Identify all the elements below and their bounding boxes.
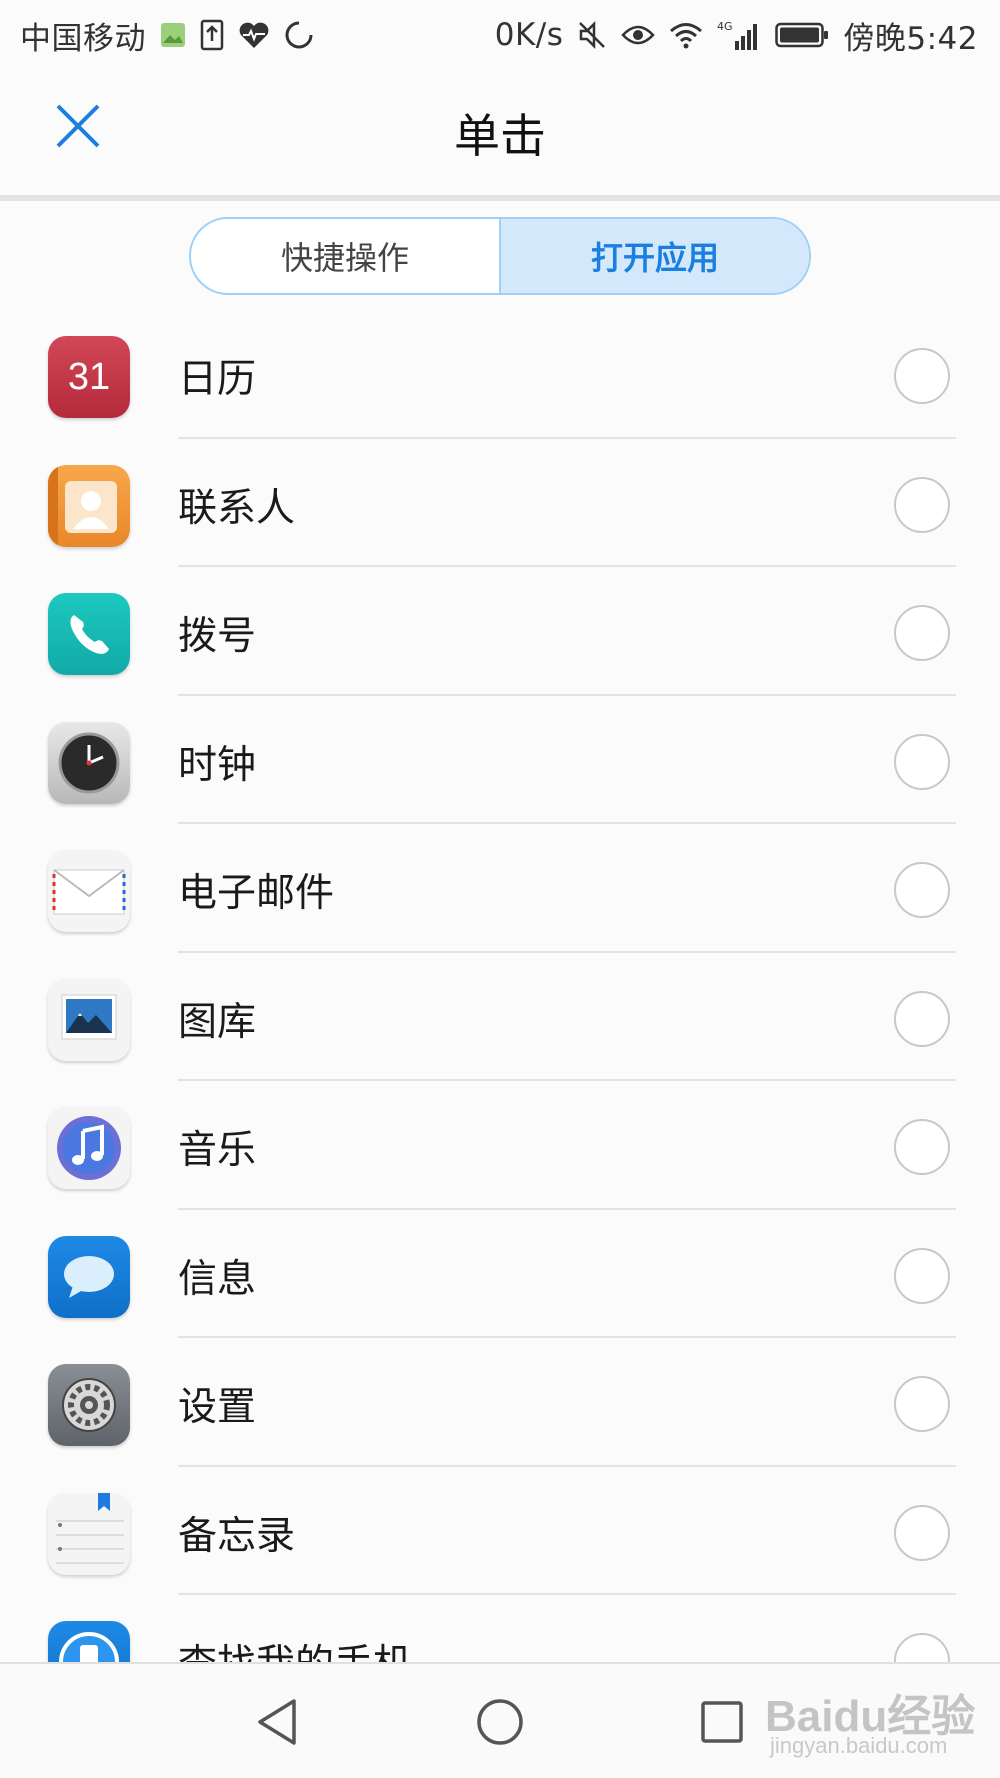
gallery-icon <box>48 978 130 1061</box>
app-label: 拨号 <box>178 614 257 659</box>
radio-button[interactable] <box>894 476 950 533</box>
messages-icon <box>48 1235 130 1318</box>
clock-time: 傍晚5:42 <box>843 20 978 57</box>
image-icon <box>160 18 186 52</box>
recents-button[interactable] <box>692 1692 752 1752</box>
page-title: 单击 <box>454 109 546 163</box>
signal-icon: 4G <box>717 18 761 52</box>
mute-icon <box>577 18 607 52</box>
app-label: 图库 <box>178 999 257 1045</box>
home-icon <box>477 1699 523 1745</box>
list-item[interactable]: 时钟 <box>0 696 1000 824</box>
calendar-icon: 31 <box>48 336 130 418</box>
carrier-name: 中国移动 <box>20 20 146 57</box>
radio-button[interactable] <box>894 348 950 404</box>
contacts-icon <box>48 464 130 547</box>
app-label: 设置 <box>178 1385 257 1430</box>
radio-button[interactable] <box>894 1633 950 1662</box>
list-item[interactable]: 音乐 <box>0 1081 1000 1210</box>
app-label: 备忘录 <box>178 1513 296 1559</box>
battery-icon <box>775 18 829 52</box>
wifi-icon <box>669 18 703 52</box>
settings-icon <box>48 1364 130 1446</box>
radio-button[interactable] <box>894 1504 950 1561</box>
app-label: 时钟 <box>178 742 257 788</box>
upload-icon <box>200 18 224 52</box>
list-item[interactable]: 图库 <box>0 953 1000 1081</box>
list-item[interactable]: 拨号 <box>0 567 1000 696</box>
app-label: 音乐 <box>178 1128 257 1173</box>
eye-icon <box>621 18 656 52</box>
list-item[interactable]: 信息 <box>0 1210 1000 1338</box>
list-item[interactable]: 电子邮件 <box>0 824 1000 953</box>
network-type: 4G <box>717 20 733 33</box>
radio-button[interactable] <box>894 733 950 790</box>
find-phone-icon <box>48 1621 130 1662</box>
tab-switcher: 快捷操作 打开应用 <box>189 217 811 295</box>
clock-icon <box>48 721 130 804</box>
header: 单击 <box>0 70 1000 195</box>
radio-button[interactable] <box>894 1247 950 1304</box>
app-label: 电子邮件 <box>178 871 335 916</box>
list-item[interactable]: 设置 <box>0 1338 1000 1467</box>
radio-button[interactable] <box>894 1376 950 1432</box>
notes-icon <box>48 1492 130 1575</box>
app-label: 信息 <box>178 1256 257 1302</box>
calendar-icon-text: 31 <box>67 355 111 398</box>
back-button[interactable] <box>247 1692 307 1752</box>
list-item[interactable]: 联系人 <box>0 439 1000 567</box>
recents-icon <box>701 1701 743 1743</box>
app-list: 31 日历 联系人 拨号 时钟 电子邮件 图库 音乐 信息 设置 备忘录 <box>0 310 1000 1662</box>
status-bar: 中国移动 0K/s 4G 傍晚5:42 <box>0 0 1000 70</box>
tab-quick-actions[interactable]: 快捷操作 <box>191 219 499 293</box>
email-icon <box>48 850 130 932</box>
home-button[interactable] <box>470 1692 530 1752</box>
watermark-url: jingyan.baidu.com <box>770 1733 948 1758</box>
tab-open-app[interactable]: 打开应用 <box>499 219 809 293</box>
app-label: 日历 <box>178 357 257 402</box>
list-item[interactable]: 备忘录 <box>0 1467 1000 1595</box>
header-divider <box>0 195 1000 201</box>
sync-icon <box>284 18 314 52</box>
heartbeat-icon <box>238 18 270 52</box>
back-icon <box>258 1699 296 1745</box>
radio-button[interactable] <box>894 605 950 661</box>
dialer-icon <box>48 593 130 675</box>
list-item[interactable]: 31 日历 <box>0 310 1000 439</box>
app-label: 查找我的手机 <box>178 1633 412 1662</box>
radio-button[interactable] <box>894 862 950 918</box>
radio-button[interactable] <box>894 990 950 1047</box>
radio-button[interactable] <box>894 1119 950 1175</box>
list-item[interactable]: 查找我的手机 <box>0 1595 1000 1662</box>
net-speed: 0K/s <box>494 17 564 53</box>
music-icon <box>48 1107 130 1189</box>
app-label: 联系人 <box>178 485 296 531</box>
